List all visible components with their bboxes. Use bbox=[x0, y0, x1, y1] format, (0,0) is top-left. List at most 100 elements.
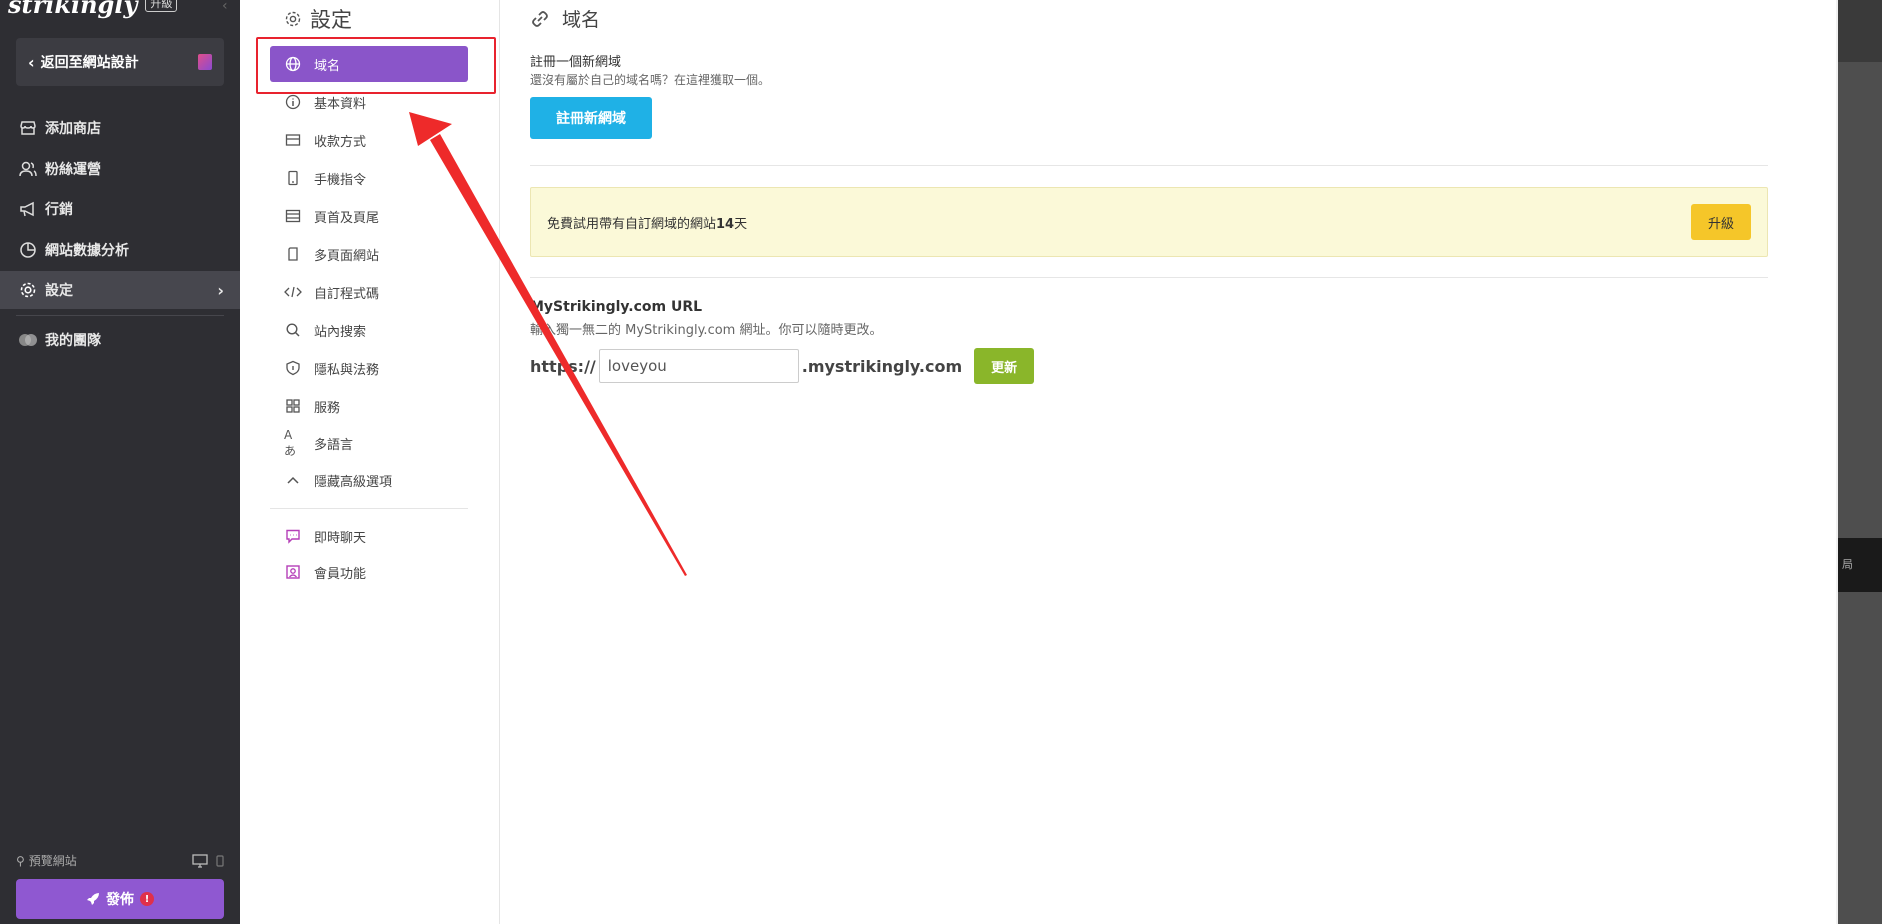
settings-item-label: 自訂程式碼 bbox=[314, 286, 380, 302]
back-to-editor-button[interactable]: ‹ 返回至網站設計 bbox=[16, 38, 224, 86]
gear-icon bbox=[284, 10, 302, 28]
layout-icon bbox=[284, 207, 302, 225]
settings-item-live-chat[interactable]: 即時聊天 bbox=[270, 518, 468, 554]
pie-chart-icon bbox=[18, 240, 38, 260]
nav-item-store[interactable]: 添加商店 bbox=[0, 109, 240, 147]
desktop-icon[interactable] bbox=[192, 853, 208, 868]
collapse-sidebar-icon[interactable]: ‹ bbox=[222, 0, 228, 14]
users-icon bbox=[18, 159, 38, 179]
preview-site-link[interactable]: 預覽網站 bbox=[29, 852, 77, 869]
wallet-icon bbox=[284, 131, 302, 149]
team-icon bbox=[18, 330, 38, 350]
publish-label: 發佈 bbox=[106, 892, 134, 908]
right-overlay-label: 局 bbox=[1838, 538, 1882, 592]
trial-upgrade-button[interactable]: 升級 bbox=[1691, 204, 1751, 240]
nav-item-analytics[interactable]: 網站數據分析 bbox=[0, 231, 240, 269]
settings-item-mobile[interactable]: 手機指令 bbox=[270, 160, 468, 196]
member-icon bbox=[284, 563, 302, 581]
settings-item-custom-code[interactable]: 自訂程式碼 bbox=[270, 274, 468, 310]
settings-item-privacy[interactable]: 隱私與法務 bbox=[270, 350, 468, 386]
page-title: 域名 bbox=[530, 5, 600, 32]
shield-icon bbox=[284, 359, 302, 377]
settings-item-label: 會員功能 bbox=[314, 566, 367, 582]
right-overlay bbox=[1838, 62, 1882, 538]
subdomain-input[interactable] bbox=[598, 349, 799, 383]
settings-item-label: 隱私與法務 bbox=[314, 362, 380, 378]
nav-item-fans[interactable]: 粉絲運營 bbox=[0, 150, 240, 188]
mobile-icon bbox=[284, 169, 302, 187]
nav-label: 行銷 bbox=[45, 202, 73, 218]
settings-item-domain[interactable]: 域名 bbox=[270, 46, 468, 82]
app-badge-icon bbox=[198, 54, 212, 70]
main-sidebar: strikingly 升級 ‹ ‹ 返回至網站設計 添加商店 粉絲運營 行銷 網… bbox=[0, 0, 240, 924]
store-icon bbox=[18, 118, 38, 138]
settings-item-label: 多語言 bbox=[314, 437, 354, 453]
right-overlay-bottom bbox=[1838, 592, 1882, 924]
settings-item-label: 隱藏高級選項 bbox=[314, 474, 393, 490]
settings-item-label: 手機指令 bbox=[314, 172, 367, 188]
nav-label: 網站數據分析 bbox=[45, 243, 129, 259]
publish-button[interactable]: 發佈 ! bbox=[16, 879, 224, 919]
settings-item-header-footer[interactable]: 頁首及頁尾 bbox=[270, 198, 468, 234]
back-button-label: 返回至網站設計 bbox=[40, 55, 139, 71]
nav-item-settings[interactable]: 設定 › bbox=[0, 271, 240, 309]
grid-icon bbox=[284, 397, 302, 415]
url-suffix: .mystrikingly.com bbox=[801, 356, 963, 376]
settings-item-label: 基本資料 bbox=[314, 96, 367, 112]
settings-item-label: 服務 bbox=[314, 400, 341, 416]
nav-label: 粉絲運營 bbox=[45, 162, 101, 178]
settings-item-payment[interactable]: 收款方式 bbox=[270, 122, 468, 158]
upgrade-tag[interactable]: 升級 bbox=[145, 0, 178, 12]
nav-item-marketing[interactable]: 行銷 bbox=[0, 190, 240, 228]
trial-text: 免費試用帶有自訂網域的網站14天 bbox=[547, 216, 748, 232]
right-overlay-top bbox=[1838, 0, 1882, 62]
info-icon bbox=[284, 93, 302, 111]
settings-title-text: 設定 bbox=[310, 8, 352, 32]
settings-item-membership[interactable]: 會員功能 bbox=[270, 554, 468, 590]
publish-alert-badge: ! bbox=[140, 892, 154, 906]
update-url-button[interactable]: 更新 bbox=[974, 348, 1035, 384]
page-title-text: 域名 bbox=[562, 9, 601, 31]
settings-item-site-search[interactable]: 站內搜索 bbox=[270, 312, 468, 348]
settings-item-services[interactable]: 服務 bbox=[270, 388, 468, 424]
language-icon: Aあ bbox=[284, 427, 297, 458]
chevron-up-icon bbox=[284, 471, 302, 489]
pages-icon bbox=[284, 245, 302, 263]
domain-settings-panel: 域名 註冊一個新網域 還沒有屬於自己的域名嗎？在這裡獲取一個。 註冊新網域 免費… bbox=[530, 0, 1768, 924]
preview-row: ⚲ 預覽網站 bbox=[16, 852, 224, 869]
url-section-title: MyStrikingly.com URL bbox=[530, 299, 703, 315]
free-trial-banner: 免費試用帶有自訂網域的網站14天 升級 bbox=[530, 187, 1768, 257]
megaphone-icon bbox=[18, 199, 38, 219]
settings-title: 設定 bbox=[284, 4, 352, 34]
logo-row: strikingly 升級 bbox=[8, 0, 178, 19]
logo[interactable]: strikingly bbox=[8, 0, 137, 19]
register-domain-button[interactable]: 註冊新網域 bbox=[530, 97, 652, 139]
sidebar-divider bbox=[16, 315, 224, 316]
settings-item-label: 多頁面網站 bbox=[314, 248, 380, 264]
section-divider bbox=[530, 165, 1768, 166]
search-icon bbox=[284, 321, 302, 339]
settings-item-label: 收款方式 bbox=[314, 134, 367, 150]
settings-item-label: 即時聊天 bbox=[314, 530, 367, 546]
chevron-right-icon: › bbox=[217, 280, 224, 300]
settings-item-label: 頁首及頁尾 bbox=[314, 210, 380, 226]
globe-icon bbox=[284, 55, 302, 73]
settings-item-label: 站內搜索 bbox=[314, 324, 367, 340]
mobile-icon[interactable] bbox=[216, 854, 224, 867]
device-toggles bbox=[192, 853, 224, 868]
chat-icon bbox=[284, 527, 302, 545]
gear-icon bbox=[18, 280, 38, 300]
settings-menu: 設定 域名 基本資料 收款方式 手機指令 頁首及頁尾 多頁面網站 自訂程式碼 站… bbox=[240, 0, 500, 924]
settings-item-basic-info[interactable]: 基本資料 bbox=[270, 84, 468, 120]
settings-item-multilanguage[interactable]: Aあ 多語言 bbox=[270, 425, 468, 461]
settings-item-hide-advanced[interactable]: 隱藏高級選項 bbox=[270, 462, 468, 498]
nav-label: 設定 bbox=[45, 283, 73, 299]
settings-item-multipage[interactable]: 多頁面網站 bbox=[270, 236, 468, 272]
rocket-icon bbox=[86, 892, 100, 906]
url-section-subtitle: 輸入獨一無二的 MyStrikingly.com 網址。你可以隨時更改。 bbox=[530, 323, 883, 338]
nav-item-team[interactable]: 我的團隊 bbox=[0, 321, 240, 359]
section-divider bbox=[530, 277, 1768, 278]
register-domain-title: 註冊一個新網域 bbox=[530, 55, 622, 70]
chevron-left-icon: ‹ bbox=[28, 52, 35, 72]
settings-item-label: 域名 bbox=[314, 58, 341, 74]
